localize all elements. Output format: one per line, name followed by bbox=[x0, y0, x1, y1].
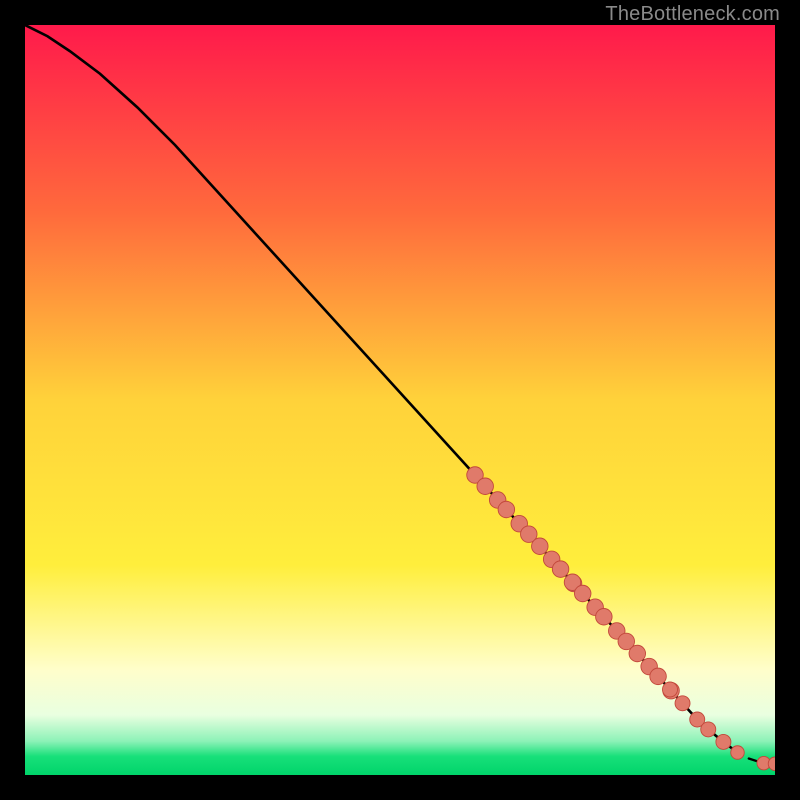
watermark-text: TheBottleneck.com bbox=[605, 3, 780, 26]
chart-background-gradient bbox=[25, 25, 775, 775]
data-point bbox=[650, 668, 667, 685]
data-point bbox=[477, 478, 494, 495]
data-point bbox=[596, 609, 612, 626]
chart-svg bbox=[25, 25, 775, 775]
data-point bbox=[552, 561, 569, 577]
data-point bbox=[716, 734, 731, 749]
data-point bbox=[675, 696, 690, 711]
data-point bbox=[574, 585, 591, 601]
data-point bbox=[663, 682, 678, 697]
chart-stage: TheBottleneck.com bbox=[0, 0, 800, 800]
data-point bbox=[532, 538, 548, 555]
data-point bbox=[498, 501, 514, 518]
data-point bbox=[701, 722, 716, 737]
data-point bbox=[731, 746, 745, 760]
chart-plot-area bbox=[25, 25, 775, 775]
data-point bbox=[629, 645, 646, 661]
